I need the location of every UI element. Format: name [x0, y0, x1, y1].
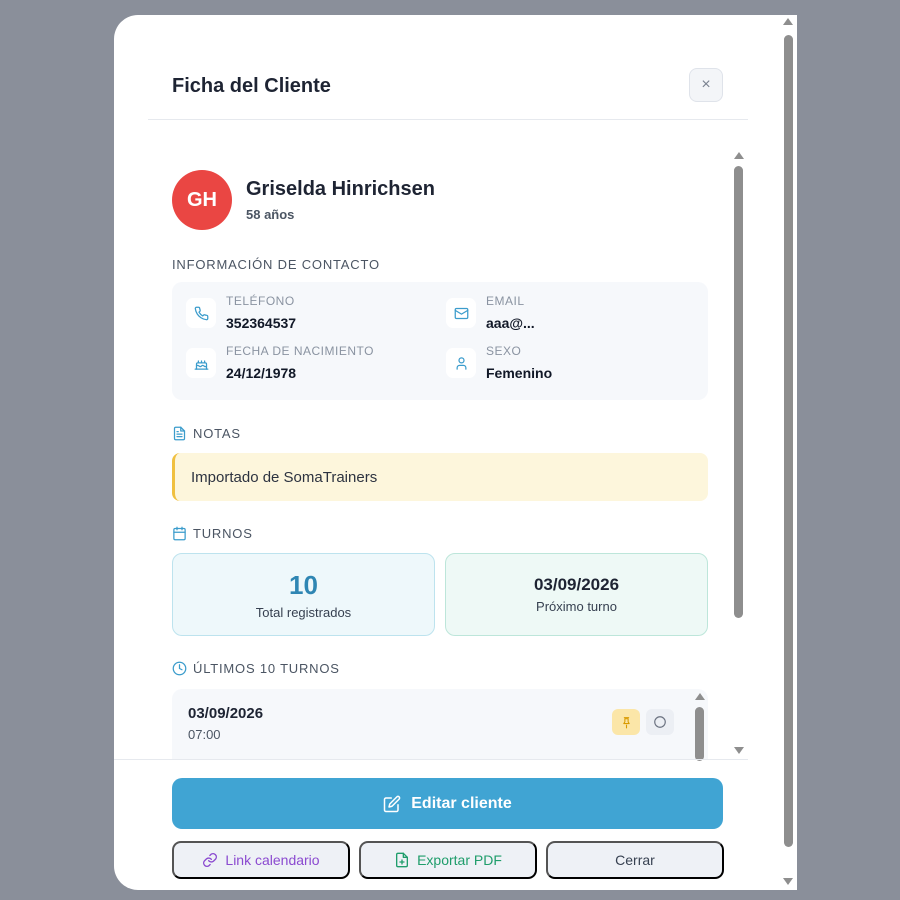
client-detail-modal: Ficha del Cliente × GH Griselda Hinrichs…	[114, 15, 797, 890]
contact-birthdate: FECHA DE NACIMIENTO 24/12/1978	[186, 344, 374, 381]
notes-section-label: NOTAS	[172, 426, 241, 441]
list-scrollbar[interactable]	[693, 691, 707, 761]
edit-client-label: Editar cliente	[411, 794, 512, 812]
footer-divider	[114, 759, 748, 760]
recent-label-text: ÚLTIMOS 10 TURNOS	[193, 661, 340, 676]
export-pdf-button[interactable]: Exportar PDF	[359, 841, 537, 879]
calendar-link-button[interactable]: Link calendario	[172, 841, 350, 879]
cerrar-label: Cerrar	[615, 852, 655, 868]
next-appointment-value: 03/09/2026	[533, 575, 620, 594]
list-item[interactable]: 03/09/2026 07:00	[188, 705, 263, 742]
pin-icon	[622, 716, 630, 728]
calendar-icon	[173, 526, 186, 541]
total-appointments-card: 10 Total registrados	[172, 553, 435, 636]
mail-icon	[446, 298, 476, 328]
appointment-date: 03/09/2026	[188, 705, 264, 722]
notes-box: Importado de SomaTrainers	[172, 453, 708, 501]
user-icon	[446, 348, 476, 378]
recent-appointments-list: 03/09/2026 07:00	[172, 689, 708, 759]
client-name: Griselda Hinrichsen	[246, 178, 435, 200]
content-scrollbar[interactable]	[732, 150, 746, 760]
sex-value: Femenino	[486, 365, 553, 381]
file-plus-icon	[396, 852, 409, 868]
cerrar-button[interactable]: Cerrar	[546, 841, 724, 879]
contact-email: EMAIL aaa@...	[446, 294, 535, 331]
appointment-actions	[612, 709, 674, 735]
recent-section-label: ÚLTIMOS 10 TURNOS	[172, 661, 340, 676]
list-scrollbar-thumb[interactable]	[695, 707, 704, 761]
cake-icon	[186, 348, 216, 378]
birthdate-label: FECHA DE NACIMIENTO	[226, 344, 374, 358]
list-scroll-up-icon[interactable]	[695, 693, 705, 700]
appointment-time: 07:00	[188, 727, 221, 742]
document-icon	[173, 426, 186, 441]
sex-label: SEXO	[486, 344, 522, 358]
pin-button[interactable]	[612, 709, 640, 735]
phone-value: 352364537	[226, 315, 297, 331]
email-value: aaa@...	[486, 315, 535, 331]
link-icon	[203, 853, 218, 867]
phone-label: TELÉFONO	[226, 294, 295, 308]
next-appointment-caption: Próximo turno	[536, 599, 617, 614]
client-age: 58 años	[246, 207, 295, 222]
birthdate-value: 24/12/1978	[226, 365, 297, 381]
page-scroll-down-icon[interactable]	[783, 878, 793, 885]
total-appointments-caption: Total registrados	[255, 604, 352, 620]
contact-section-label: INFORMACIÓN DE CONTACTO	[172, 257, 380, 272]
close-icon: ×	[701, 76, 711, 93]
circle-icon	[654, 716, 666, 728]
appointments-section-label: TURNOS	[172, 526, 253, 541]
page-scrollbar[interactable]	[780, 15, 797, 890]
clock-icon	[172, 661, 187, 676]
export-pdf-label: Exportar PDF	[417, 852, 502, 868]
contact-phone: TELÉFONO 352364537	[186, 294, 296, 331]
total-appointments-value: 10	[289, 569, 318, 600]
email-label: EMAIL	[486, 294, 525, 308]
edit-icon	[384, 795, 401, 812]
notes-label-text: NOTAS	[193, 426, 241, 441]
phone-icon	[186, 298, 216, 328]
contact-sex: SEXO Femenino	[446, 344, 552, 381]
contact-info-box: TELÉFONO 352364537 EMAIL aaa@... FECHA D…	[172, 282, 708, 400]
page-scrollbar-thumb[interactable]	[784, 35, 793, 847]
header-divider	[148, 119, 748, 120]
scrollbar-thumb[interactable]	[734, 166, 743, 618]
page-scroll-up-icon[interactable]	[783, 18, 793, 25]
avatar: GH	[172, 170, 232, 230]
appointments-label-text: TURNOS	[193, 526, 253, 541]
scroll-down-arrow-icon[interactable]	[734, 747, 744, 754]
status-button[interactable]	[646, 709, 674, 735]
next-appointment-card: 03/09/2026 Próximo turno	[445, 553, 708, 636]
scroll-up-arrow-icon[interactable]	[734, 152, 744, 159]
edit-client-button[interactable]: Editar cliente	[172, 778, 723, 829]
modal-title: Ficha del Cliente	[172, 75, 331, 97]
calendar-link-label: Link calendario	[225, 852, 320, 868]
close-button[interactable]: ×	[689, 68, 723, 102]
